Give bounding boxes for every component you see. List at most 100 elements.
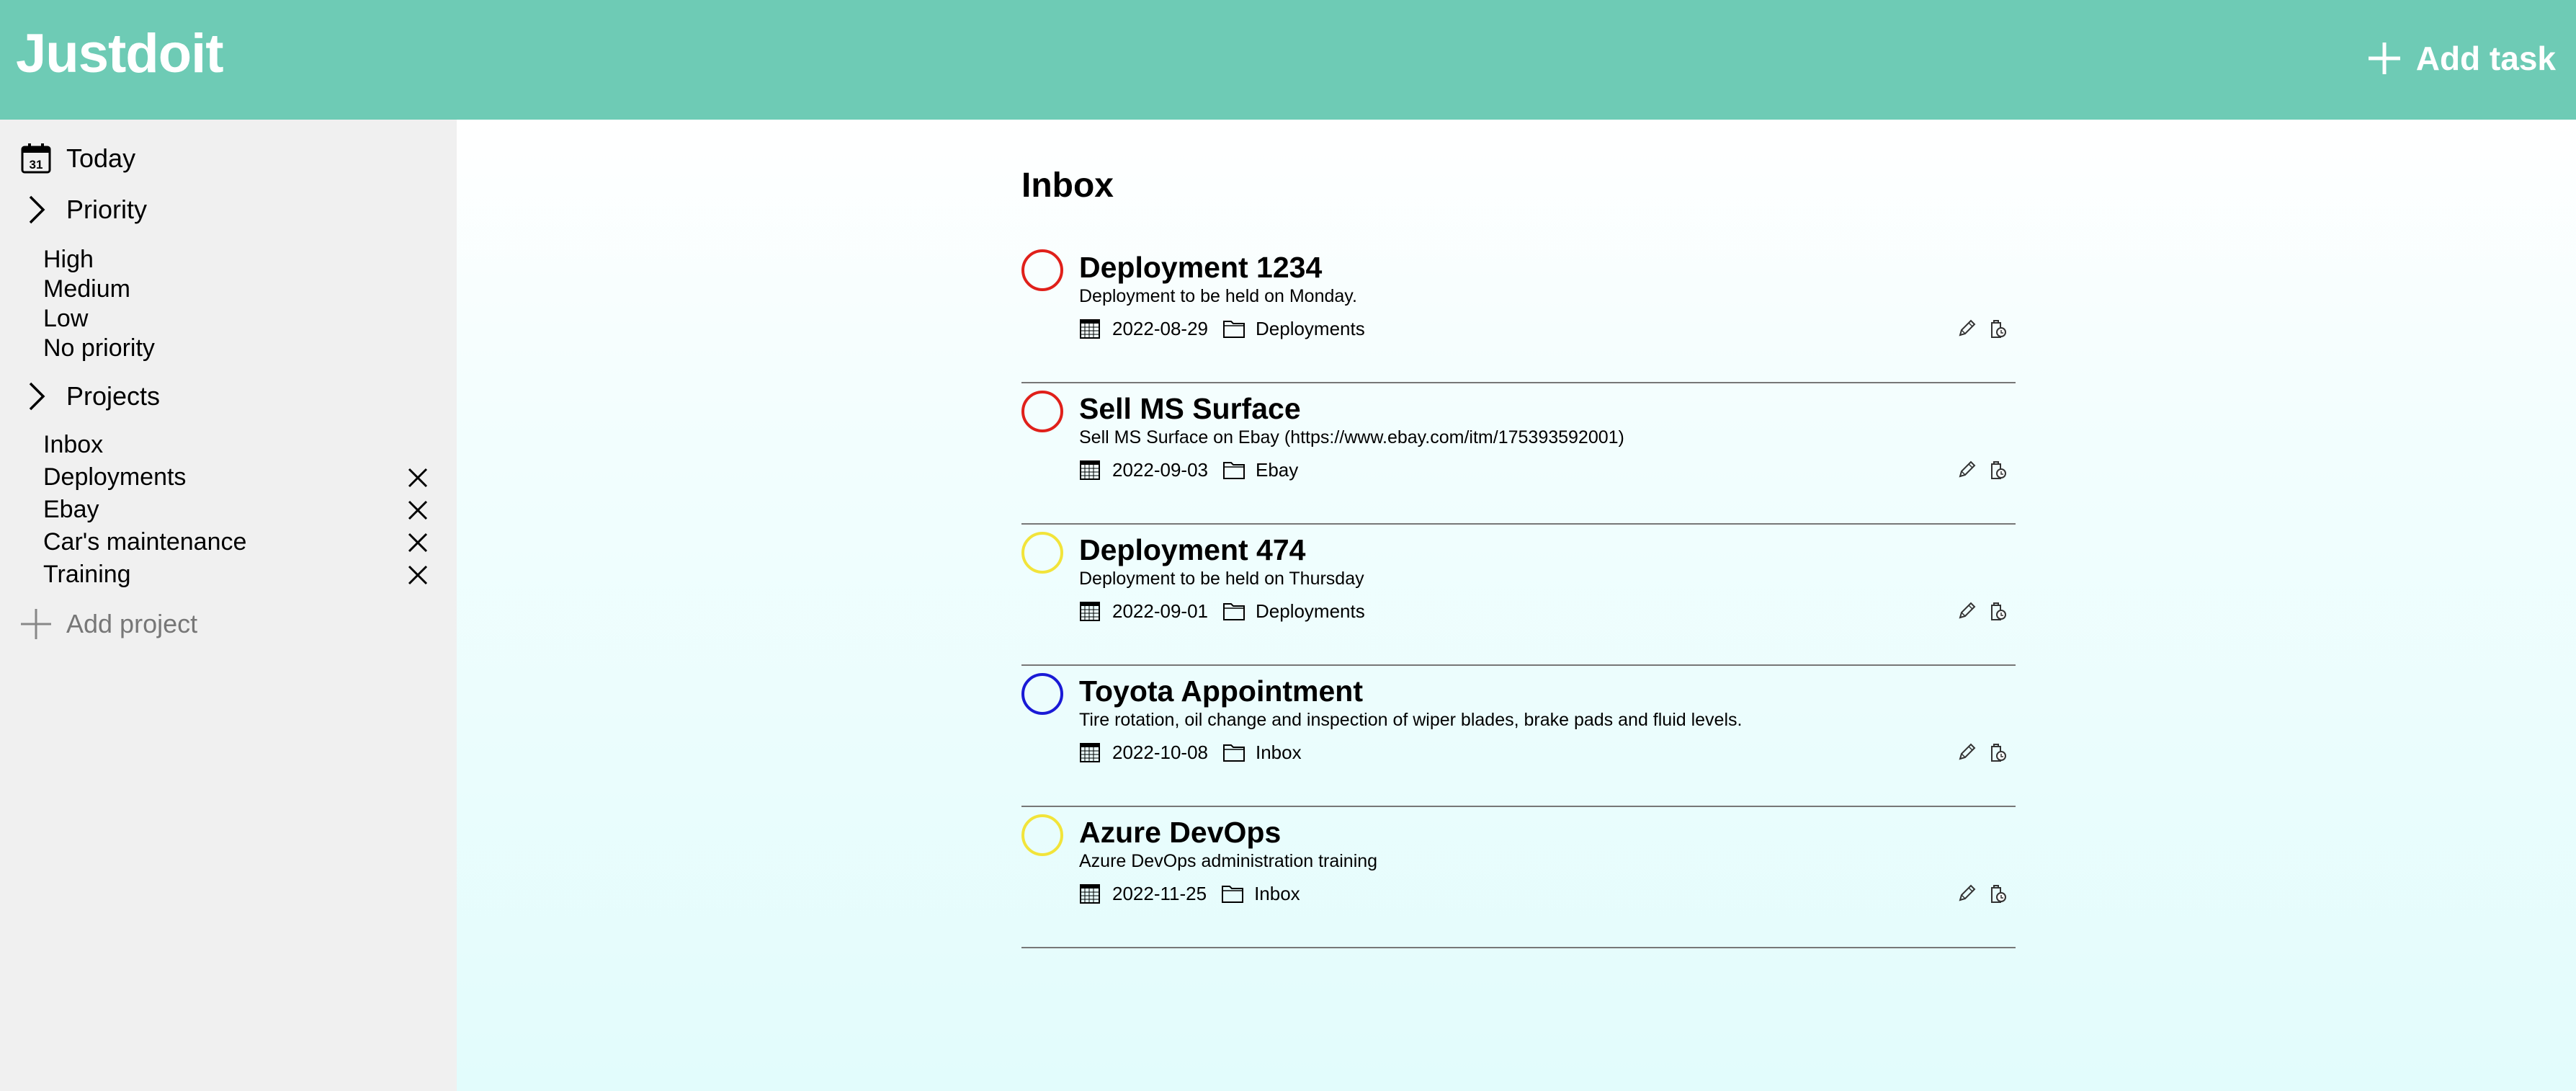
priority-item-medium[interactable]: Medium (43, 275, 155, 304)
priority-item-high[interactable]: High (43, 245, 155, 275)
pencil-icon[interactable] (1955, 458, 1978, 481)
main-content: Inbox Deployment 1234 Deployment to be h… (457, 120, 2576, 1091)
folder-icon (1222, 317, 1245, 340)
task-meta: 2022-08-29 Deployments (1079, 314, 1365, 343)
app-logo[interactable]: Justdoit (16, 22, 224, 86)
task-project: Deployments (1256, 317, 1365, 339)
complete-task-checkbox[interactable] (1021, 391, 1063, 432)
project-label: Ebay (43, 496, 99, 523)
project-label: Deployments (43, 463, 187, 491)
task-project: Inbox (1256, 741, 1302, 763)
add-project-button[interactable]: Add project (19, 602, 197, 646)
complete-task-checkbox[interactable] (1021, 814, 1063, 856)
sidebar-item-label: Today (66, 143, 136, 173)
task-item[interactable]: Azure DevOps Azure DevOps administration… (1021, 807, 2016, 948)
task-actions (1955, 317, 2008, 340)
add-task-label: Add task (2415, 40, 2556, 77)
task-title: Toyota Appointment (1079, 674, 1364, 708)
task-description: Deployment to be held on Monday. (1079, 286, 1357, 306)
trash-icon[interactable] (1985, 741, 2008, 764)
trash-icon[interactable] (1985, 317, 2008, 340)
project-item-inbox[interactable]: Inbox (43, 429, 432, 461)
project-item-training[interactable]: Training (43, 558, 432, 591)
task-meta: 2022-10-08 Inbox (1079, 738, 1302, 767)
project-item-ebay[interactable]: Ebay (43, 494, 432, 526)
task-title: Deployment 474 (1079, 533, 1306, 566)
page-title: Inbox (1021, 166, 1114, 205)
close-icon[interactable] (403, 561, 432, 589)
svg-text:31: 31 (30, 158, 43, 172)
task-due-date: 2022-10-08 (1112, 741, 1208, 763)
task-item[interactable]: Sell MS Surface Sell MS Surface on Ebay … (1021, 383, 2016, 525)
folder-icon (1222, 741, 1245, 764)
chevron-right-icon (19, 192, 53, 227)
add-task-button[interactable]: Add task (2366, 35, 2556, 82)
task-description: Deployment to be held on Thursday (1079, 569, 1364, 589)
task-project: Deployments (1256, 600, 1365, 622)
folder-icon (1221, 882, 1244, 905)
sidebar-item-today[interactable]: 31 Today (19, 137, 135, 180)
close-icon[interactable] (403, 496, 432, 525)
task-due-date: 2022-08-29 (1112, 317, 1208, 339)
pencil-icon[interactable] (1955, 600, 1978, 623)
pencil-icon[interactable] (1955, 741, 1978, 764)
task-due-date: 2022-09-03 (1112, 458, 1208, 481)
task-project: Inbox (1254, 882, 1300, 904)
pencil-icon[interactable] (1955, 317, 1978, 340)
complete-task-checkbox[interactable] (1021, 673, 1063, 715)
task-title: Sell MS Surface (1079, 392, 1301, 425)
task-project: Ebay (1256, 458, 1299, 481)
folder-icon (1222, 600, 1245, 623)
task-item[interactable]: Deployment 474 Deployment to be held on … (1021, 525, 2016, 666)
sidebar: 31 Today Priority High Medium Low No pri… (0, 120, 457, 1091)
folder-icon (1222, 458, 1245, 481)
task-actions (1955, 882, 2008, 905)
trash-icon[interactable] (1985, 600, 2008, 623)
add-project-label: Add project (66, 609, 198, 638)
task-meta: 2022-09-01 Deployments (1079, 597, 1365, 625)
task-item[interactable]: Deployment 1234 Deployment to be held on… (1021, 242, 2016, 383)
task-description: Azure DevOps administration training (1079, 851, 1378, 871)
projects-toggle[interactable]: Projects (19, 375, 160, 418)
calendar-icon: 31 (19, 141, 53, 176)
priority-toggle[interactable]: Priority (19, 188, 147, 231)
task-title: Deployment 1234 (1079, 251, 1323, 284)
complete-task-checkbox[interactable] (1021, 532, 1063, 574)
plus-icon (2368, 43, 2400, 74)
plus-icon (19, 607, 53, 641)
task-meta: 2022-11-25 Inbox (1079, 879, 1300, 908)
project-item-cars-maintenance[interactable]: Car's maintenance (43, 526, 432, 558)
calendar-icon (1079, 600, 1102, 623)
trash-icon[interactable] (1985, 882, 2008, 905)
task-actions (1955, 741, 2008, 764)
app-header: Justdoit Add task (0, 0, 2576, 120)
task-due-date: 2022-11-25 (1112, 882, 1207, 904)
project-label: Inbox (43, 431, 104, 458)
trash-icon[interactable] (1985, 458, 2008, 481)
project-item-deployments[interactable]: Deployments (43, 461, 432, 494)
chevron-right-icon (19, 379, 53, 414)
calendar-icon (1079, 458, 1102, 481)
task-actions (1955, 600, 2008, 623)
task-meta: 2022-09-03 Ebay (1079, 455, 1298, 484)
complete-task-checkbox[interactable] (1021, 249, 1063, 291)
priority-list: High Medium Low No priority (43, 245, 155, 363)
priority-label: Priority (66, 195, 148, 224)
pencil-icon[interactable] (1955, 882, 1978, 905)
calendar-icon (1079, 882, 1102, 905)
close-icon[interactable] (403, 463, 432, 492)
task-due-date: 2022-09-01 (1112, 600, 1208, 622)
projects-label: Projects (66, 381, 161, 411)
project-label: Training (43, 561, 131, 588)
project-label: Car's maintenance (43, 528, 247, 556)
priority-item-low[interactable]: Low (43, 304, 155, 334)
task-actions (1955, 458, 2008, 481)
task-title: Azure DevOps (1079, 816, 1282, 849)
task-description: Sell MS Surface on Ebay (https://www.eba… (1079, 427, 1624, 447)
task-item[interactable]: Toyota Appointment Tire rotation, oil ch… (1021, 666, 2016, 807)
calendar-icon (1079, 317, 1102, 340)
priority-item-none[interactable]: No priority (43, 334, 155, 363)
project-list: Inbox Deployments Ebay Car's maintenance… (43, 429, 432, 591)
close-icon[interactable] (403, 528, 432, 557)
task-description: Tire rotation, oil change and inspection… (1079, 710, 1743, 730)
